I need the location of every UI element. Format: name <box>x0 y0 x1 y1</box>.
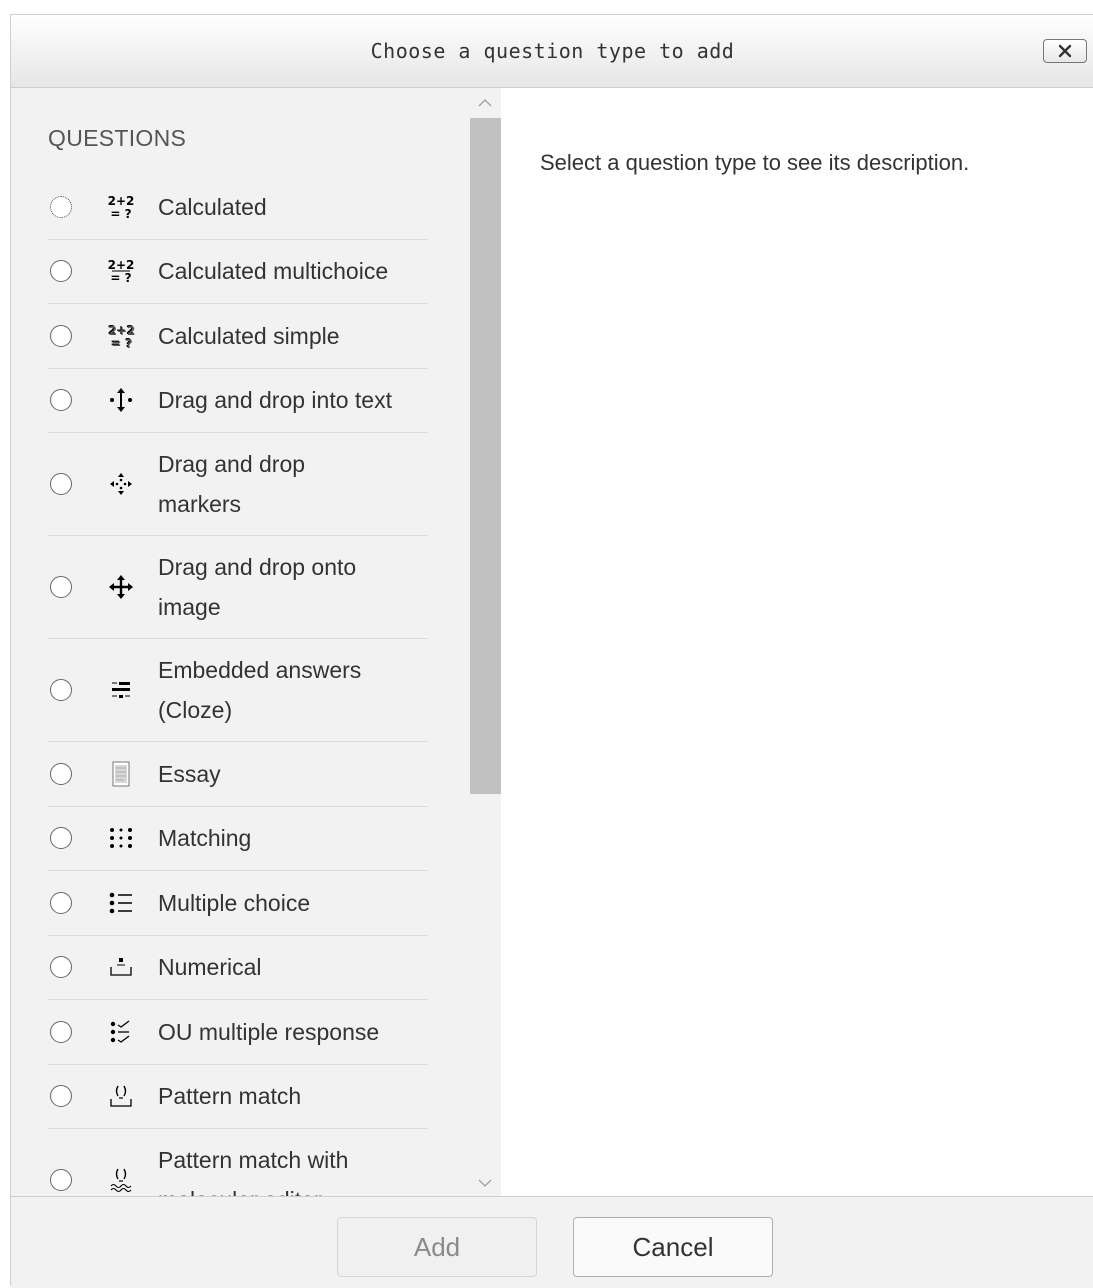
dialog-footer: Add Cancel <box>11 1196 1093 1288</box>
scrollbar[interactable] <box>469 88 501 1196</box>
radio-button[interactable] <box>50 679 72 701</box>
question-option-drag-drop-markers[interactable]: Drag and drop markers <box>48 433 428 536</box>
icon-text: = ? <box>110 207 131 221</box>
icon-text: 2+2 <box>108 258 135 272</box>
question-label: Pattern match with molecular editor <box>158 1147 349 1196</box>
pattern-match-molecular-icon <box>106 1166 136 1194</box>
question-option-numerical[interactable]: Numerical <box>48 936 428 1000</box>
matching-icon <box>106 824 136 852</box>
radio-button[interactable] <box>50 762 72 785</box>
question-option-calculated[interactable]: 2+2 = ? Calculated <box>48 175 428 240</box>
question-option-calculated-simple[interactable]: 2+2 2+2 = ? = ? Calculated simple <box>48 304 428 369</box>
question-label: Matching <box>158 825 252 852</box>
calculated-icon: 2+2 = ? <box>106 193 136 221</box>
pattern-match-icon <box>106 1082 136 1110</box>
radio-button[interactable] <box>50 389 72 412</box>
question-type-dialog: Choose a question type to add QUESTIONS … <box>10 14 1093 1288</box>
question-option-calculated-multichoice[interactable]: 2+2 = ? Calculated multichoice <box>48 240 428 304</box>
question-label: Embedded answers (Cloze) <box>158 657 362 723</box>
radio-button[interactable] <box>50 576 72 598</box>
essay-icon <box>106 760 136 788</box>
icon-text: = ? <box>111 337 132 350</box>
icon-text: 2+2 <box>108 194 135 208</box>
question-option-cloze[interactable]: Embedded answers (Cloze) <box>48 639 428 742</box>
question-label: Pattern match <box>158 1083 302 1110</box>
description-pane: Select a question type to see its descri… <box>501 88 1093 1196</box>
close-button[interactable] <box>1043 39 1087 63</box>
question-option-ou-multiple-response[interactable]: OU multiple response <box>48 1000 428 1065</box>
question-list-pane[interactable]: QUESTIONS 2+2 = ? Calculated 2+2 = ? Cal… <box>11 88 501 1196</box>
radio-button[interactable] <box>50 1020 72 1043</box>
close-icon <box>1058 44 1072 58</box>
question-label: Essay <box>158 760 221 787</box>
question-option-essay[interactable]: Essay <box>48 742 428 807</box>
scroll-down-icon[interactable] <box>478 1178 492 1188</box>
question-option-drag-drop-image[interactable]: Drag and drop onto image <box>48 536 428 639</box>
question-options: 2+2 = ? Calculated 2+2 = ? Calculated mu… <box>48 175 428 1196</box>
question-option-pattern-match[interactable]: Pattern match <box>48 1065 428 1129</box>
question-label: Numerical <box>158 954 262 981</box>
radio-button[interactable] <box>50 1169 72 1191</box>
question-label: OU multiple response <box>158 1018 380 1045</box>
radio-button[interactable] <box>50 827 72 850</box>
drag-drop-image-icon <box>106 573 136 601</box>
description-text: Select a question type to see its descri… <box>540 150 970 175</box>
radio-button[interactable] <box>50 195 72 218</box>
section-heading: QUESTIONS <box>48 125 187 151</box>
question-label: Drag and drop markers <box>158 451 306 517</box>
radio-button[interactable] <box>50 1085 72 1108</box>
question-label: Drag and drop onto image <box>158 554 357 620</box>
radio-button[interactable] <box>50 473 72 495</box>
cloze-icon <box>106 676 136 704</box>
question-label: Multiple choice <box>158 889 311 916</box>
ou-multiple-response-icon <box>106 1018 136 1046</box>
dialog-header: Choose a question type to add <box>11 15 1093 88</box>
cancel-button[interactable]: Cancel <box>573 1217 773 1277</box>
question-label: Calculated multichoice <box>158 258 389 285</box>
question-option-matching[interactable]: Matching <box>48 807 428 871</box>
calculated-multichoice-icon: 2+2 = ? <box>106 257 136 285</box>
question-option-multiple-choice[interactable]: Multiple choice <box>48 871 428 936</box>
radio-button[interactable] <box>50 891 72 914</box>
drag-drop-markers-icon <box>106 470 136 498</box>
question-label: Drag and drop into text <box>158 387 392 414</box>
question-option-pattern-match-molecular[interactable]: Pattern match with molecular editor <box>48 1129 428 1196</box>
radio-button[interactable] <box>50 324 72 347</box>
scrollbar-thumb[interactable] <box>470 118 501 794</box>
question-option-drag-drop-text[interactable]: Drag and drop into text <box>48 369 428 433</box>
drag-drop-text-icon <box>106 386 136 414</box>
multiple-choice-icon <box>106 889 136 917</box>
dialog-title: Choose a question type to add <box>370 39 735 63</box>
radio-button[interactable] <box>50 956 72 979</box>
radio-button[interactable] <box>50 260 72 283</box>
add-button[interactable]: Add <box>337 1217 537 1277</box>
numerical-icon <box>106 953 136 981</box>
question-label: Calculated <box>158 193 267 220</box>
calculated-simple-icon: 2+2 2+2 = ? = ? <box>106 322 136 350</box>
question-label: Calculated simple <box>158 322 340 349</box>
scroll-up-icon[interactable] <box>478 98 492 108</box>
icon-text: = ? <box>110 271 131 285</box>
